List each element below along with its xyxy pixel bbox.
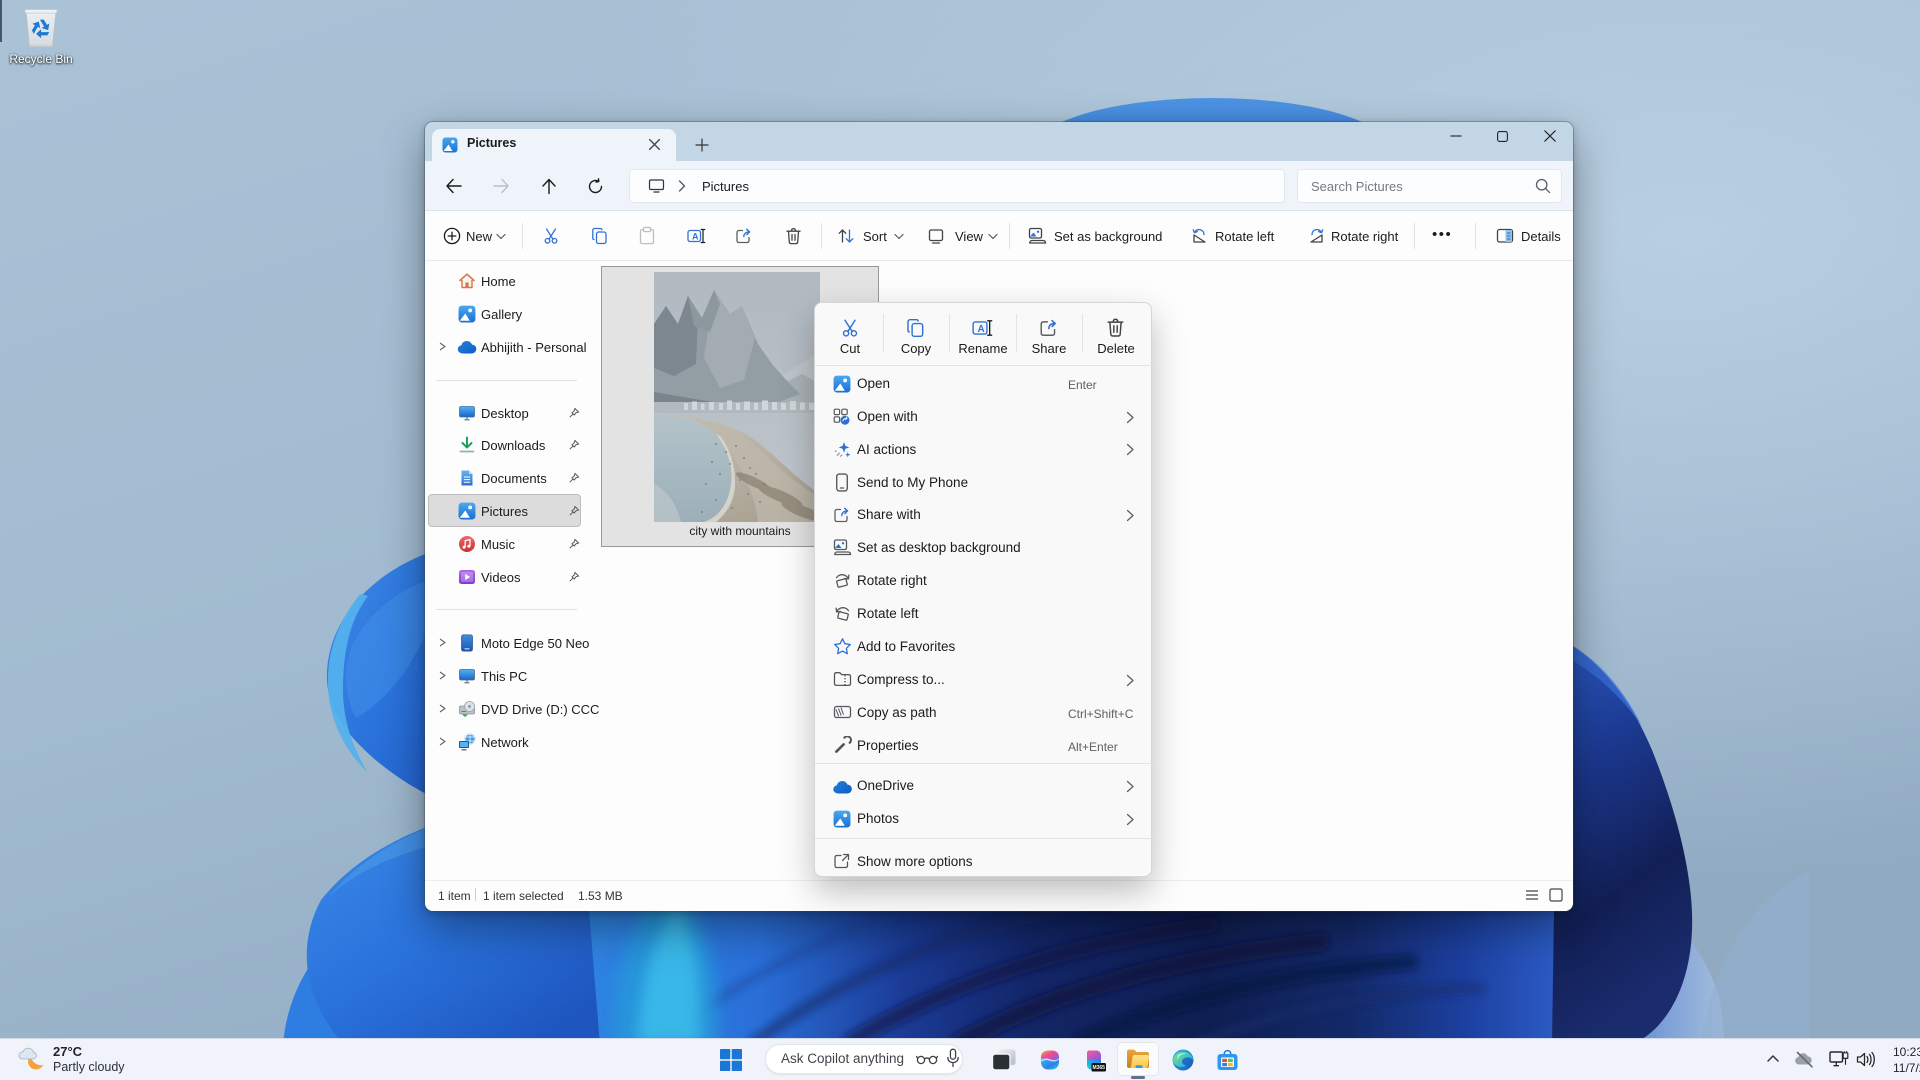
- svg-text:A: A: [978, 324, 985, 335]
- svg-text:M365: M365: [1092, 1065, 1105, 1071]
- svg-text:A: A: [692, 231, 699, 241]
